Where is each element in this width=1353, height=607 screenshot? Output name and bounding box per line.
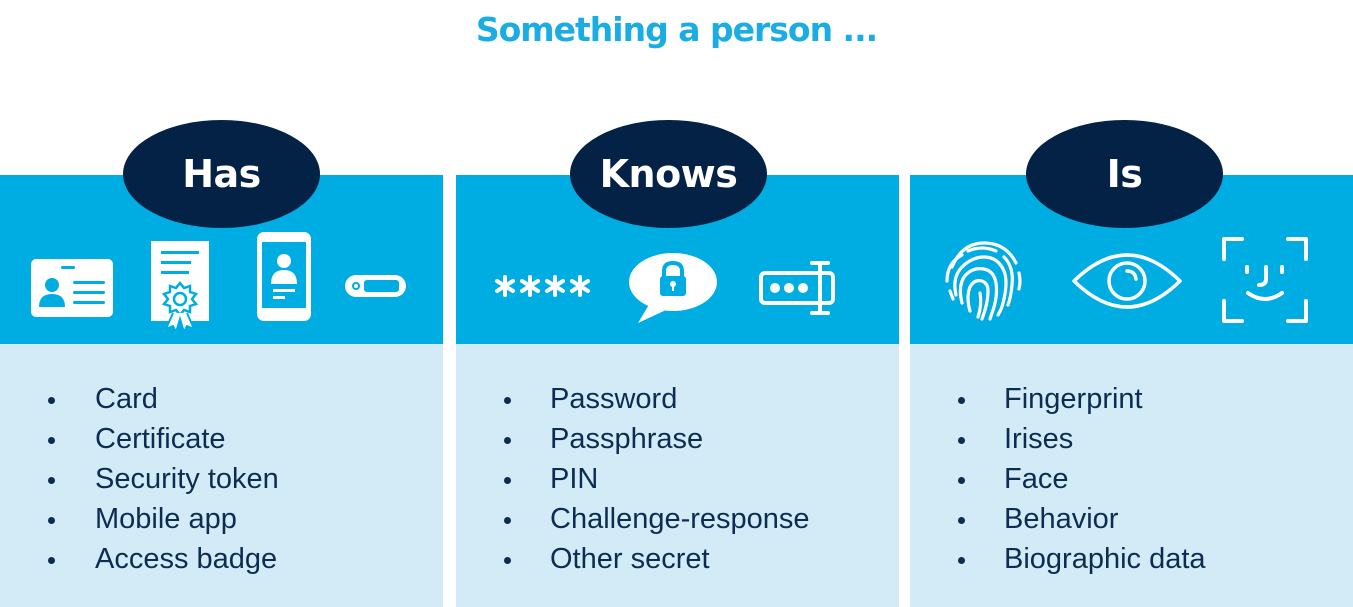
column-heading: Knows [599,152,738,196]
list-item: PIN [456,459,810,499]
list-item: Password [456,379,810,419]
certificate-icon [151,241,209,333]
eye-icon [1072,253,1182,309]
column-knows: Knows Password Passphrase PIN Challenge-… [456,120,899,607]
password-field-icon [759,261,835,315]
list-item: Passphrase [456,419,810,459]
list-item: Irises [910,419,1206,459]
face-scan-icon [1222,237,1308,323]
list-panel: Password Passphrase PIN Challenge-respon… [456,344,899,607]
list-panel: Card Certificate Security token Mobile a… [0,344,443,607]
list-item: Biographic data [910,539,1206,579]
password-asterisks-icon [495,275,590,297]
security-token-icon [345,275,406,297]
list-item: Fingerprint [910,379,1206,419]
column-is: Is Fingerprint Irises Face Behavior Biog… [910,120,1353,607]
heading-oval: Is [1026,120,1223,228]
list-item: Card [0,379,279,419]
list-item: Mobile app [0,499,279,539]
list-item: Security token [0,459,279,499]
lock-speech-bubble-icon [629,253,717,323]
heading-oval: Has [123,120,320,228]
item-list: Fingerprint Irises Face Behavior Biograp… [910,379,1206,579]
item-list: Password Passphrase PIN Challenge-respon… [456,379,810,579]
column-has: Has Card Certificate Security token Mobi… [0,120,443,607]
fingerprint-icon [945,241,1022,321]
item-list: Card Certificate Security token Mobile a… [0,379,279,579]
list-item: Access badge [0,539,279,579]
list-item: Certificate [0,419,279,459]
id-card-icon [31,259,113,317]
list-item: Challenge-response [456,499,810,539]
column-heading: Is [1106,152,1143,196]
heading-oval: Knows [570,120,767,228]
mobile-phone-icon [257,232,311,321]
list-item: Other secret [456,539,810,579]
list-item: Face [910,459,1206,499]
list-item: Behavior [910,499,1206,539]
column-heading: Has [182,152,261,196]
list-panel: Fingerprint Irises Face Behavior Biograp… [910,344,1353,607]
diagram-title: Something a person ... [475,10,878,49]
